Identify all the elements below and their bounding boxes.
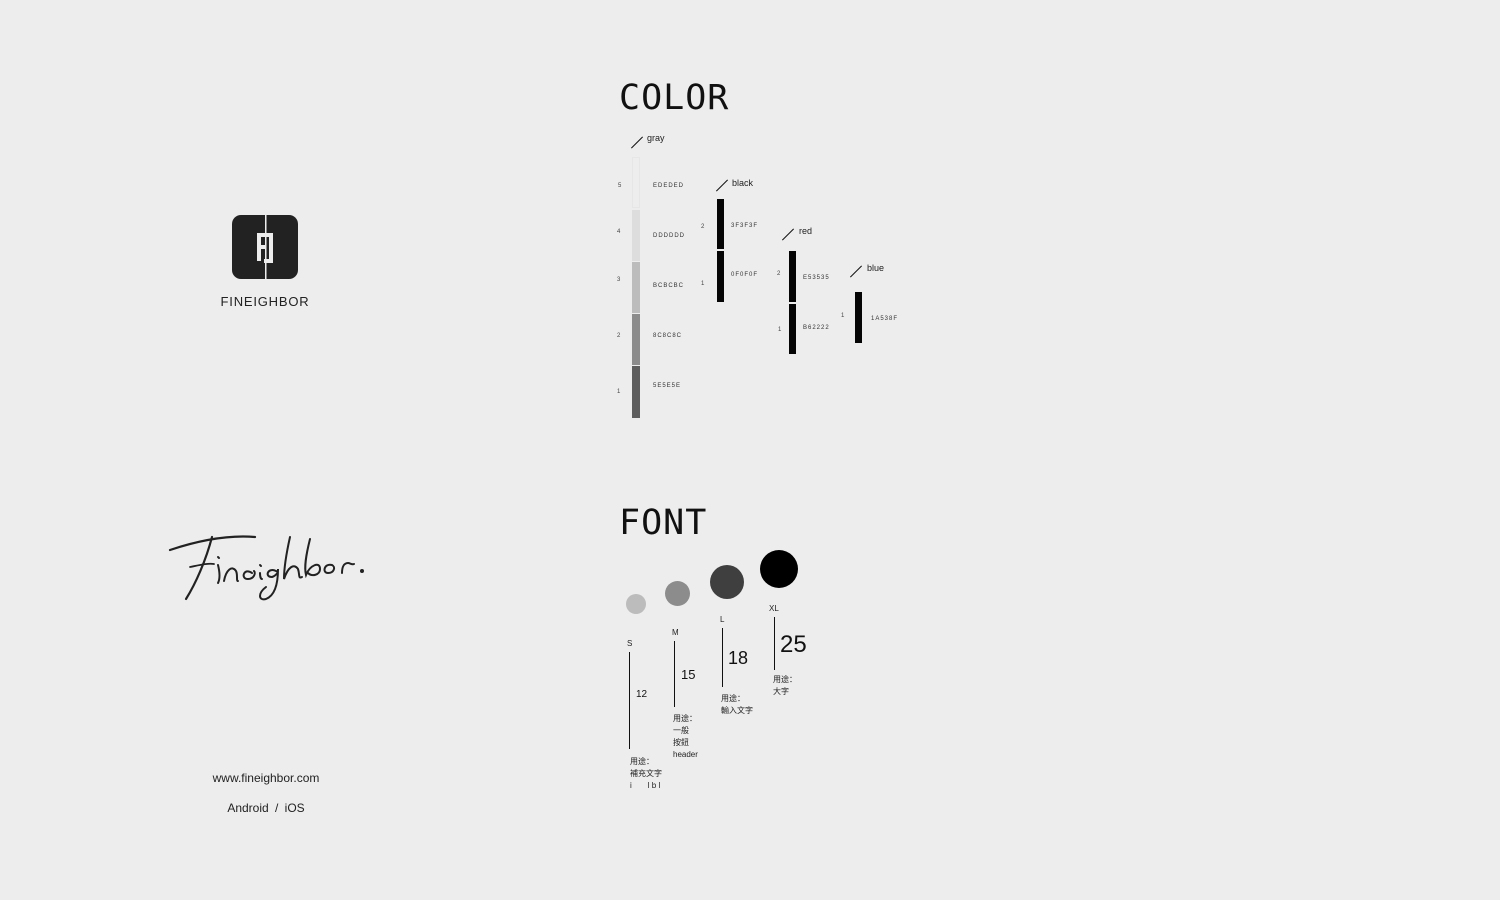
font-size-value: 25	[780, 631, 807, 658]
color-group-red-label: red	[799, 226, 813, 236]
swatch-index: 1	[617, 389, 621, 395]
swatch-index: 3	[617, 277, 621, 283]
font-m-dot	[665, 581, 690, 606]
font-usage-s: 用途： 補充文字 i l b l	[630, 756, 690, 792]
size-line	[722, 628, 723, 687]
size-line	[774, 617, 775, 670]
slash-icon	[630, 136, 644, 149]
swatch-hex: E53535	[803, 275, 830, 281]
gray-2-swatch	[632, 314, 640, 365]
black-2-swatch	[717, 199, 724, 249]
size-line	[674, 641, 675, 707]
swatch-index: 2	[777, 271, 781, 277]
swatch-index: 4	[617, 229, 621, 235]
font-size-tag: M	[672, 628, 679, 637]
font-size-value: 15	[681, 667, 696, 682]
swatch-index: 2	[701, 224, 705, 230]
font-heading: FONT	[619, 503, 708, 543]
swatch-index: 1	[841, 313, 845, 319]
slash-icon	[715, 179, 729, 192]
gray-4-swatch	[632, 210, 640, 261]
swatch-hex: 3F3F3F	[731, 223, 759, 229]
color-group-black-label: black	[732, 178, 754, 188]
color-group-blue-label: blue	[867, 263, 885, 273]
brand-name: FINEIGHBOR	[220, 294, 310, 309]
swatch-hex: 0F0F0F	[731, 272, 759, 278]
usage-line: 用途：	[773, 675, 797, 684]
font-usage-xl: 用途： 大字	[773, 674, 823, 698]
color-group-gray-label: gray	[647, 133, 665, 143]
font-size-tag: XL	[769, 604, 779, 613]
brand-signature-logo	[160, 515, 375, 610]
font-size-tag: S	[627, 639, 633, 648]
swatch-index: 1	[701, 281, 705, 287]
website-link[interactable]: www.fineighbor.com	[180, 771, 352, 785]
color-heading: COLOR	[619, 78, 730, 118]
swatch-index: 5	[618, 183, 622, 189]
size-line	[629, 652, 630, 749]
swatch-hex: EDEDED	[653, 183, 685, 189]
gray-1-swatch	[632, 366, 640, 418]
usage-line: 按鈕	[673, 738, 689, 747]
usage-line: 大字	[773, 687, 789, 696]
blue-1-swatch	[855, 292, 862, 343]
font-xl-dot	[760, 550, 798, 588]
red-2-swatch	[789, 251, 796, 302]
red-1-swatch	[789, 304, 796, 354]
font-size-value: 12	[636, 689, 648, 700]
swatch-index: 2	[617, 333, 621, 339]
usage-line: 用途：	[721, 694, 745, 703]
usage-line: 補充文字	[630, 769, 662, 778]
slash-icon	[849, 265, 863, 278]
font-s-dot	[626, 594, 646, 614]
font-usage-m: 用途： 一般 按鈕 header	[673, 713, 723, 761]
gray-5-swatch	[632, 157, 640, 208]
swatch-hex: BCBCBC	[653, 283, 685, 289]
black-1-swatch	[717, 251, 724, 302]
swatch-hex: DDDDDD	[653, 233, 685, 239]
app-logo-icon	[232, 215, 298, 279]
swatch-hex: 5E5E5E	[653, 383, 682, 389]
font-size-tag: L	[720, 615, 725, 624]
slash-icon	[781, 228, 795, 241]
swatch-index: 1	[778, 327, 782, 333]
font-size-value: 18	[728, 648, 749, 668]
usage-line: i l b l	[630, 781, 661, 790]
swatch-hex: B62222	[803, 325, 830, 331]
usage-line: 輸入文字	[721, 706, 753, 715]
font-l-dot	[710, 565, 744, 599]
platforms-label: Android / iOS	[227, 801, 305, 815]
usage-line: 用途：	[673, 714, 697, 723]
usage-line: header	[673, 750, 698, 759]
font-usage-l: 用途： 輸入文字	[721, 693, 781, 717]
swatch-hex: 8C8C8C	[653, 333, 683, 339]
swatch-hex: 1A538F	[871, 316, 899, 322]
usage-line: 一般	[673, 726, 689, 735]
gray-3-swatch	[632, 262, 640, 313]
